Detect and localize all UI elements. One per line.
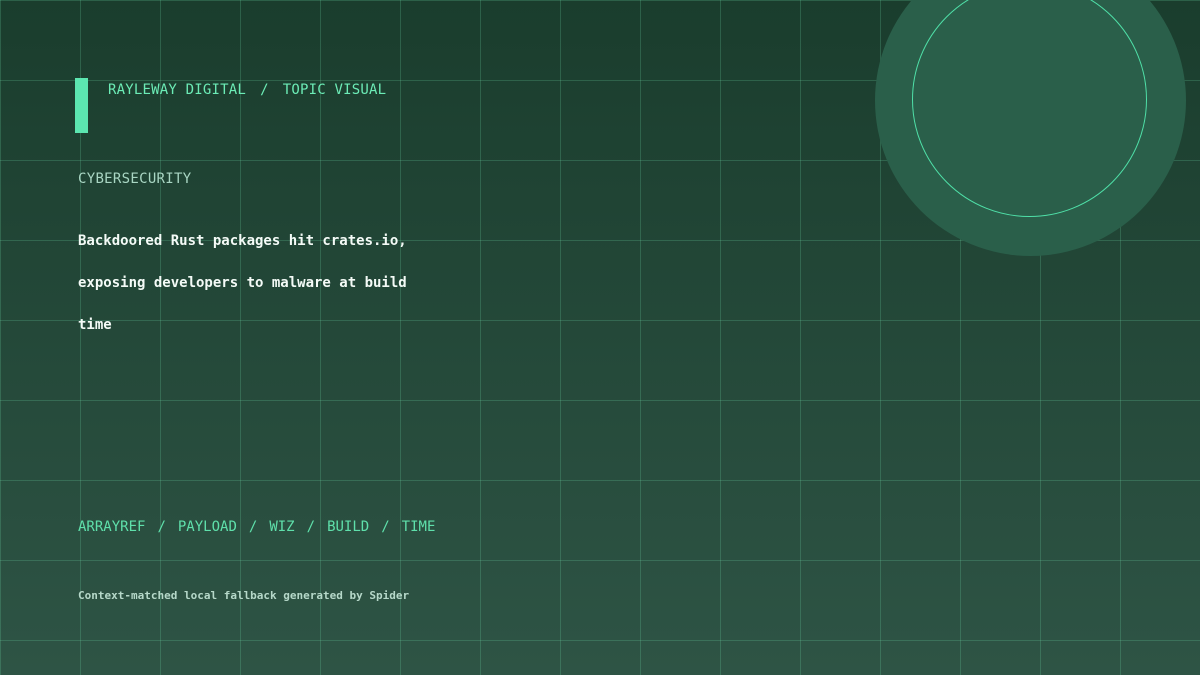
tag-list: ARRAYREF / PAYLOAD / WIZ / BUILD / TIME (78, 519, 435, 535)
tag-item: BUILD (327, 519, 370, 535)
tag-item: PAYLOAD (177, 519, 237, 535)
tag-item: WIZ (269, 519, 295, 535)
header-breadcrumb: RAYLEWAY DIGITAL / TOPIC VISUAL (108, 82, 386, 98)
tag-separator: / (306, 519, 316, 535)
tag-item: TIME (401, 519, 436, 535)
brand-label: RAYLEWAY DIGITAL (108, 82, 247, 98)
headline-line: Backdoored Rust packages hit crates.io, (78, 233, 407, 249)
headline-line: time (78, 317, 112, 333)
breadcrumb-separator: / (260, 82, 269, 98)
section-label: TOPIC VISUAL (282, 82, 387, 98)
footer-note: Context-matched local fallback generated… (78, 589, 410, 602)
tag-separator: / (381, 519, 390, 535)
accent-bar (75, 78, 88, 133)
headline-line: exposing developers to malware at build (78, 275, 407, 291)
headline: Backdoored Rust packages hit crates.io, … (78, 220, 478, 346)
category-label: CYBERSECURITY (78, 171, 192, 187)
tag-separator: / (248, 519, 258, 535)
tag-separator: / (157, 519, 166, 535)
tag-item: ARRAYREF (78, 519, 146, 535)
